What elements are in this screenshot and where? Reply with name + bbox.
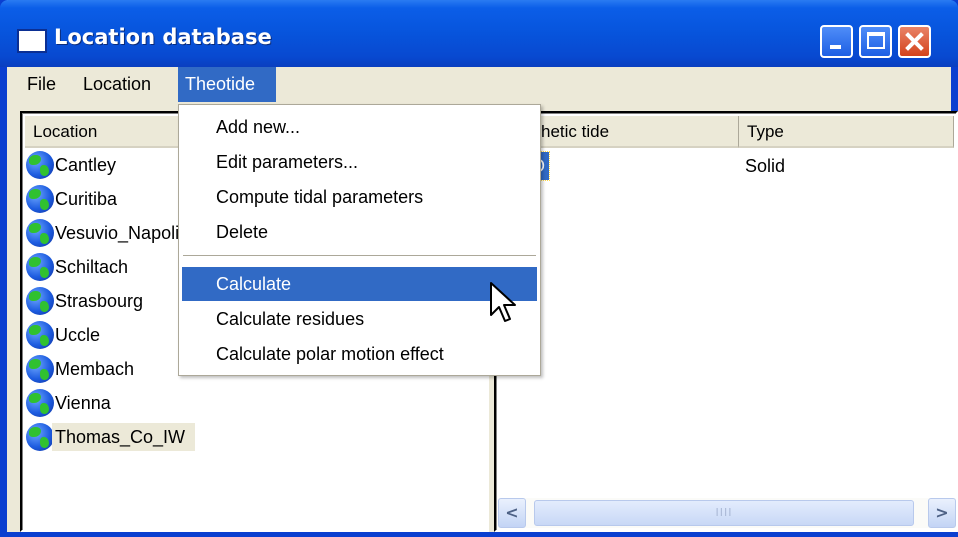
globe-icon <box>26 253 54 281</box>
location-label: Uccle <box>55 325 101 345</box>
title-bar[interactable]: Location database <box>0 0 958 67</box>
menu-location[interactable]: Location <box>76 67 158 102</box>
globe-icon <box>26 185 54 213</box>
menu-theotide[interactable]: Theotide <box>178 67 276 102</box>
maximize-icon <box>867 32 885 49</box>
menu-item-delete[interactable]: Delete <box>182 215 537 249</box>
menu-item-calculate-polar-motion[interactable]: Calculate polar motion effect <box>182 337 537 371</box>
maximize-button[interactable] <box>859 25 892 58</box>
location-label: Schiltach <box>55 257 129 277</box>
location-label: Vienna <box>55 393 111 413</box>
globe-icon <box>26 287 54 315</box>
column-header-type[interactable]: Type <box>739 116 954 148</box>
scroll-right-button[interactable]: > <box>928 498 956 528</box>
horizontal-scrollbar[interactable]: < IIII > <box>498 498 956 528</box>
minimize-button[interactable] <box>820 25 853 58</box>
tide-list-panel: Synthetic tide Type WDD Solid < IIII > <box>494 111 958 532</box>
tide-row[interactable]: WDD Solid <box>497 151 938 181</box>
menu-separator <box>183 255 536 256</box>
location-label: Thomas_Co_IW <box>52 423 196 451</box>
globe-icon <box>26 355 54 383</box>
theotide-dropdown-menu: Add new... Edit parameters... Compute ti… <box>178 104 541 376</box>
location-label: Membach <box>55 359 135 379</box>
close-icon <box>905 32 924 51</box>
globe-icon <box>26 151 54 179</box>
globe-icon <box>26 219 54 247</box>
window-title: Location database <box>54 25 272 49</box>
globe-icon <box>26 389 54 417</box>
location-label: Strasbourg <box>55 291 144 311</box>
menu-item-calculate[interactable]: Calculate <box>182 267 537 301</box>
globe-icon <box>26 321 54 349</box>
menu-bar: File Location Theotide <box>7 67 951 102</box>
menu-item-calculate-residues[interactable]: Calculate residues <box>182 302 537 336</box>
window-icon <box>17 29 47 53</box>
location-label: Vesuvio_Napoli <box>55 223 180 243</box>
menu-file[interactable]: File <box>20 67 63 102</box>
menu-item-add-new[interactable]: Add new... <box>182 110 537 144</box>
location-label: Cantley <box>55 155 117 175</box>
minimize-icon <box>830 45 841 49</box>
menu-item-edit-parameters[interactable]: Edit parameters... <box>182 145 537 179</box>
mouse-cursor-icon <box>490 282 516 322</box>
globe-icon <box>26 423 54 451</box>
close-button[interactable] <box>898 25 931 58</box>
menu-item-compute-tidal-parameters[interactable]: Compute tidal parameters <box>182 180 537 214</box>
scroll-thumb[interactable]: IIII <box>534 500 914 526</box>
location-label: Curitiba <box>55 189 118 209</box>
scroll-left-button[interactable]: < <box>498 498 526 528</box>
tide-type-cell: Solid <box>745 156 786 176</box>
